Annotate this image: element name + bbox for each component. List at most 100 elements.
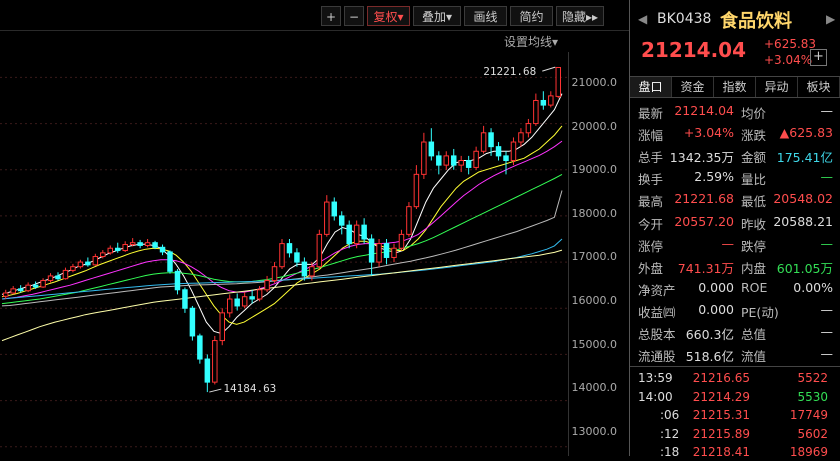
candle-body xyxy=(226,298,233,314)
candle-body xyxy=(129,242,136,246)
tick-volume: 5522 xyxy=(797,371,828,385)
quote-value: +3.04% xyxy=(683,125,734,141)
quote-label: 金额 xyxy=(741,150,767,166)
quote-value: — xyxy=(820,235,834,251)
ma-setting-link[interactable]: 设置均线▾ xyxy=(504,33,558,50)
tick-row: :18 21218.41 18969 xyxy=(630,444,840,461)
candle-body xyxy=(346,224,352,245)
tab-yidong[interactable]: 异动 xyxy=(756,77,798,97)
quote-value: 2.59% xyxy=(694,169,734,185)
candlestick-chart[interactable]: 21221.68 14184.63 xyxy=(0,0,629,456)
add-watchlist-button[interactable]: + xyxy=(810,49,827,66)
candle-body xyxy=(55,275,61,280)
quote-label: 流通股 xyxy=(638,349,676,365)
draw-line-button[interactable]: 画线 xyxy=(464,6,507,26)
quote-row: 涨幅 +3.04% 涨跌 ▲625.83 xyxy=(630,123,840,145)
quote-label: 内盘 xyxy=(741,260,767,276)
candle-body xyxy=(159,246,166,253)
high-price-label: 21221.68 xyxy=(483,65,536,78)
quote-value: 660.3亿 xyxy=(685,327,734,342)
candle-body xyxy=(47,275,54,282)
ticks-divider xyxy=(630,366,840,367)
fuquan-button[interactable]: 复权▾ xyxy=(367,6,410,26)
quote-label: 流值 xyxy=(741,349,767,365)
tick-row: 13:59 21216.65 5522 xyxy=(630,370,840,387)
candle-body xyxy=(473,150,479,168)
quote-row: 今开 20557.20 昨收 20588.21 xyxy=(630,212,840,234)
quote-row: 换手 2.59% 量比 — xyxy=(630,167,840,189)
low-pointer xyxy=(209,388,222,393)
candle-body xyxy=(70,266,76,271)
tick-price: 21214.29 xyxy=(692,389,750,404)
quote-value: 1342.35万 xyxy=(669,150,734,166)
quote-value: 20557.20 xyxy=(674,213,734,229)
candle-body xyxy=(17,288,24,292)
y-tick-label: 19000.0 xyxy=(571,163,618,176)
quote-value: — xyxy=(820,103,834,118)
quote-value: ▲625.83 xyxy=(779,125,833,141)
candle-body xyxy=(436,155,442,166)
tab-bankuai[interactable]: 板块 xyxy=(798,77,840,97)
price-change: +625.83 xyxy=(764,37,817,51)
zoom-out-button[interactable]: − xyxy=(344,6,364,26)
zoom-in-button[interactable]: + xyxy=(321,6,341,26)
y-tick-label: 21000.0 xyxy=(571,76,618,89)
prev-arrow-icon[interactable]: ◀ xyxy=(638,12,647,26)
overlay-button[interactable]: 叠加▾ xyxy=(413,6,461,26)
next-arrow-icon[interactable]: ▶ xyxy=(826,12,835,26)
candle-body xyxy=(331,201,338,217)
tab-zijin[interactable]: 资金 xyxy=(672,77,714,97)
kline-chart-panel[interactable]: 21221.68 14184.63 + − 复权▾ 叠加▾ 画线 简约 隐藏▸▸ … xyxy=(0,0,629,456)
quote-label: ROE xyxy=(741,279,768,295)
y-tick-label: 18000.0 xyxy=(571,207,618,220)
candle-body xyxy=(525,123,532,134)
tick-volume: 18969 xyxy=(789,445,828,459)
candle-body xyxy=(189,307,196,337)
candle-body xyxy=(324,201,330,235)
y-tick-label: 13000.0 xyxy=(571,425,618,438)
candle-body xyxy=(182,289,188,309)
tick-time: 13:59 xyxy=(638,371,673,385)
quote-row: 涨停 — 跌停 — xyxy=(630,234,840,256)
candle-body xyxy=(197,335,203,360)
quote-value: 0.00% xyxy=(793,279,833,295)
candle-body xyxy=(458,160,464,166)
candle-body xyxy=(465,160,472,168)
candle-body xyxy=(533,99,539,125)
quote-value: 175.41亿 xyxy=(776,150,833,166)
candle-body xyxy=(152,242,158,248)
quote-header: ◀ BK0438 食品饮料 ▶ 21214.04 +625.83 +3.04% … xyxy=(630,0,840,72)
candle-body xyxy=(540,99,547,106)
tab-zhishu[interactable]: 指数 xyxy=(714,77,756,97)
hide-button[interactable]: 隐藏▸▸ xyxy=(556,6,604,26)
quote-label: 涨幅 xyxy=(638,128,664,144)
candle-body xyxy=(122,244,128,252)
quote-label: 昨收 xyxy=(741,216,767,232)
candle-body xyxy=(421,141,427,175)
quote-row: 流通股 518.6亿 流值 — xyxy=(630,344,840,366)
candle-body xyxy=(144,242,151,246)
y-tick-label: 16000.0 xyxy=(571,294,618,307)
candle-body xyxy=(241,296,248,307)
high-pointer xyxy=(542,66,556,72)
tick-price: 21218.41 xyxy=(692,445,750,459)
tick-price: 21215.89 xyxy=(692,426,750,441)
candle-body xyxy=(413,173,420,208)
quote-row: 总手 1342.35万 金额 175.41亿 xyxy=(630,145,840,167)
candle-body xyxy=(368,238,375,263)
ma-line xyxy=(1,93,563,335)
candle-body xyxy=(10,288,16,294)
tick-price: 21216.65 xyxy=(692,371,750,385)
candle-body xyxy=(495,146,502,157)
quote-label: 收益㈣ xyxy=(638,304,676,320)
candle-body xyxy=(353,224,360,245)
simple-button[interactable]: 简约 xyxy=(510,6,553,26)
quote-label: 涨停 xyxy=(638,238,664,254)
quote-row: 最高 21221.68 最低 20548.02 xyxy=(630,189,840,211)
tab-pankou[interactable]: 盘口 xyxy=(630,77,672,97)
tick-volume: 5530 xyxy=(797,389,828,404)
candle-body xyxy=(212,340,218,383)
candle-body xyxy=(488,132,494,148)
candle-body xyxy=(92,256,99,266)
candle-body xyxy=(518,132,524,143)
